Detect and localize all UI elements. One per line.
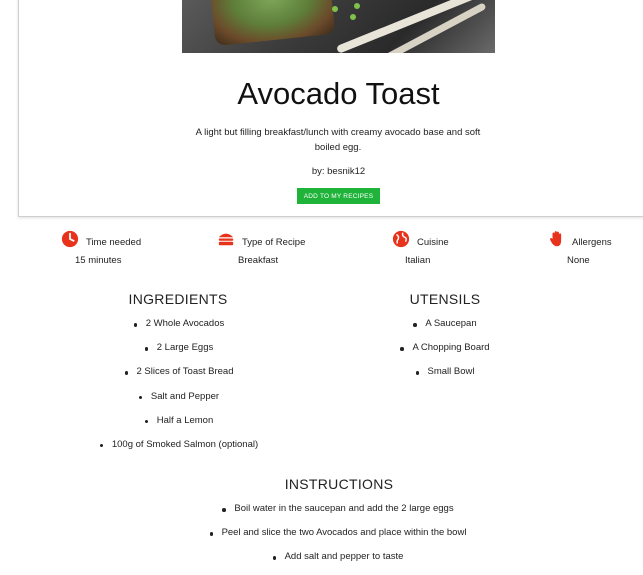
list-item: 2 Slices of Toast Bread <box>136 366 234 378</box>
list-item: Boil water in the saucepan and add the 2… <box>234 503 454 514</box>
utensils-heading: UTENSILS <box>409 291 481 307</box>
burger-icon <box>218 233 234 246</box>
list-item: Salt and Pepper <box>150 390 220 402</box>
meta-time-label: Time needed <box>86 237 142 248</box>
clock-icon <box>61 230 79 248</box>
meta-type-value: Breakfast <box>238 255 279 266</box>
ingredients-list: 2 Whole Avocados 2 Large Eggs 2 Slices o… <box>78 317 292 462</box>
meta-allergens-value: None <box>567 255 590 266</box>
recipe-description: A light but filling breakfast/lunch with… <box>195 127 481 153</box>
meta-time-value: 15 minutes <box>75 255 122 266</box>
list-item: Half a Lemon <box>156 414 214 426</box>
list-item: A Saucepan <box>425 318 477 329</box>
list-item: A Chopping Board <box>412 342 490 354</box>
list-item: 100g of Smoked Salmon (optional) <box>111 438 259 450</box>
meta-cuisine-label: Cuisine <box>417 237 449 248</box>
globe-icon <box>392 230 410 248</box>
meta-cuisine-value: Italian <box>405 255 431 266</box>
list-item: Peel and slice the two Avocados and plac… <box>221 527 467 539</box>
instructions-list: Boil water in the saucepan and add the 2… <box>209 502 479 575</box>
list-item: Small Bowl <box>427 366 475 378</box>
hand-icon <box>550 231 562 247</box>
instructions-heading: INSTRUCTIONS <box>284 476 394 492</box>
list-item: 2 Large Eggs <box>156 342 214 354</box>
ingredients-heading: INGREDIENTS <box>128 291 228 307</box>
add-to-my-recipes-button[interactable]: ADD TO MY RECIPES <box>297 188 380 204</box>
list-item: 2 Whole Avocados <box>145 318 225 329</box>
recipe-hero-image <box>182 0 495 53</box>
meta-type-label: Type of Recipe <box>242 237 306 248</box>
meta-allergens-label: Allergens <box>572 237 612 248</box>
recipe-author[interactable]: by: besnik12 <box>0 166 643 177</box>
list-item: Add salt and pepper to taste <box>284 551 404 563</box>
recipe-title: Avocado Toast <box>237 76 440 111</box>
utensils-list: A Saucepan A Chopping Board Small Bowl <box>345 317 557 390</box>
